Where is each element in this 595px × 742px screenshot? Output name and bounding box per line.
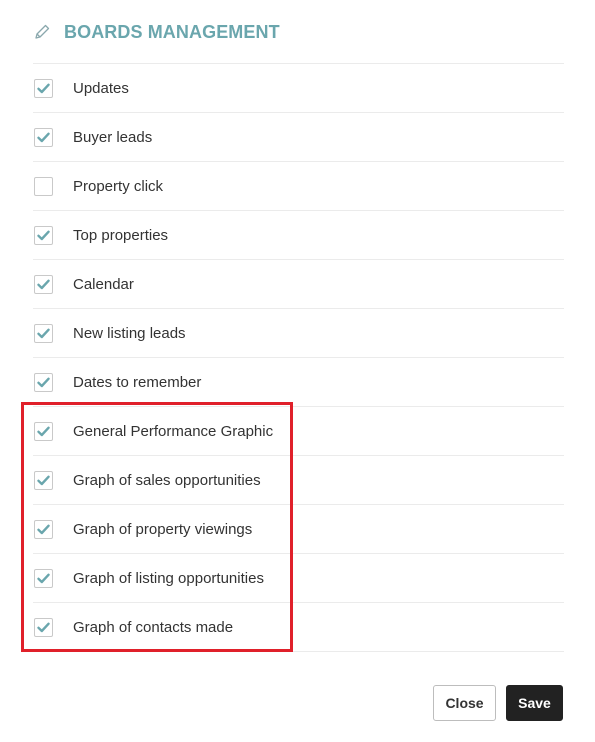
list-item-label: Calendar <box>73 275 134 293</box>
checkbox-checked[interactable] <box>34 519 53 539</box>
checkbox-checked[interactable] <box>34 470 53 490</box>
list-item-label: Dates to remember <box>73 373 202 391</box>
checkmark-icon <box>37 83 50 93</box>
list-item[interactable]: Buyer leads <box>33 113 564 162</box>
checkmark-icon <box>37 475 50 485</box>
dialog-title: BOARDS MANAGEMENT <box>64 21 280 42</box>
list-item-label: Graph of sales opportunities <box>73 471 261 489</box>
list-item-label: Top properties <box>73 226 169 244</box>
pencil-icon <box>33 23 51 41</box>
list-item[interactable]: Updates <box>33 64 564 113</box>
list-item-label: Updates <box>73 79 129 97</box>
checkmark-icon <box>37 328 50 338</box>
checkmark-icon <box>37 426 50 436</box>
checkmark-icon <box>37 230 50 240</box>
list-item[interactable]: Graph of sales opportunities <box>33 456 564 505</box>
checkmark-icon <box>37 377 50 387</box>
list-item-label: General Performance Graphic <box>73 422 274 440</box>
checkbox-unchecked[interactable] <box>34 176 53 196</box>
list-item[interactable]: Calendar <box>33 260 564 309</box>
list-item-label: New listing leads <box>73 324 186 342</box>
checkmark-icon <box>37 573 50 583</box>
checkmark-icon <box>37 524 50 534</box>
checkbox-checked[interactable] <box>34 617 53 637</box>
list-item-label: Property click <box>73 177 164 195</box>
list-item[interactable]: Graph of property viewings <box>33 505 564 554</box>
checkbox-checked[interactable] <box>34 568 53 588</box>
dialog-header: BOARDS MANAGEMENT <box>33 18 280 46</box>
list-item[interactable]: New listing leads <box>33 309 564 358</box>
close-button[interactable]: Close <box>433 685 496 721</box>
checkbox-checked[interactable] <box>34 274 53 294</box>
list-item-label: Graph of property viewings <box>73 520 253 538</box>
list-item[interactable]: Top properties <box>33 211 564 260</box>
checkbox-checked[interactable] <box>34 323 53 343</box>
list-item-label: Graph of contacts made <box>73 618 234 636</box>
list-item-label: Graph of listing opportunities <box>73 569 264 587</box>
list-item[interactable]: Property click <box>33 162 564 211</box>
checkbox-checked[interactable] <box>34 372 53 392</box>
boards-management-dialog: BOARDS MANAGEMENT Updates Buyer leads Pr… <box>0 0 595 742</box>
dialog-footer: Close Save <box>433 685 563 721</box>
list-item[interactable]: Graph of contacts made <box>33 603 564 652</box>
checkbox-checked[interactable] <box>34 421 53 441</box>
save-button[interactable]: Save <box>506 685 563 721</box>
list-item-label: Buyer leads <box>73 128 153 146</box>
checkbox-checked[interactable] <box>34 127 53 147</box>
checkmark-icon <box>37 132 50 142</box>
list-item[interactable]: Dates to remember <box>33 358 564 407</box>
list-item[interactable]: Graph of listing opportunities <box>33 554 564 603</box>
checkbox-checked[interactable] <box>34 225 53 245</box>
checkmark-icon <box>37 279 50 289</box>
checkmark-icon <box>37 622 50 632</box>
checkbox-checked[interactable] <box>34 78 53 98</box>
boards-list: Updates Buyer leads Property click Top p… <box>33 63 564 652</box>
list-item[interactable]: General Performance Graphic <box>33 407 564 456</box>
